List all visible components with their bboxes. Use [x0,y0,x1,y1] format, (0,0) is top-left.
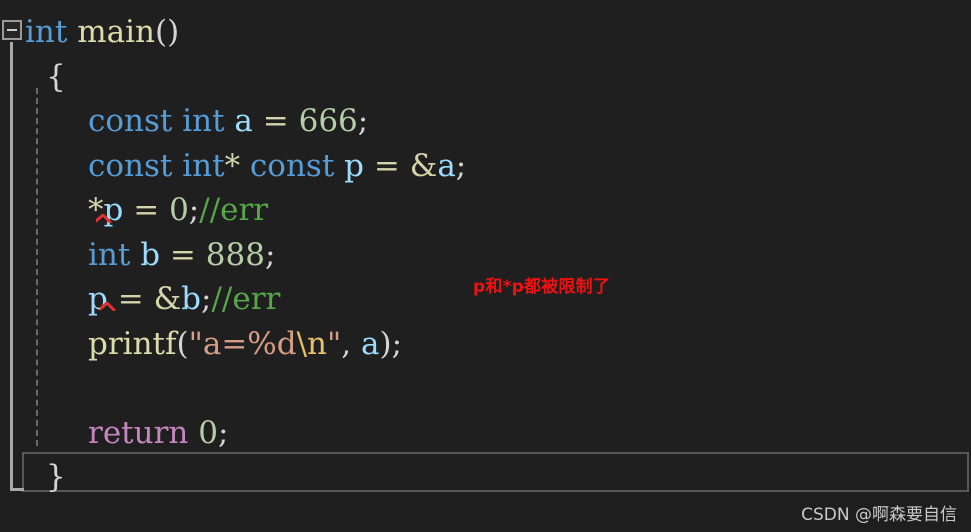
code-token: int [25,14,68,50]
red-annotation-text: p和*p都被限制了 [473,277,611,297]
code-token: } [46,459,66,495]
code-token: 666 [298,103,358,139]
error-squiggle-p [100,302,130,311]
code-line[interactable]: } [0,455,971,500]
code-token: ; [217,414,229,451]
code-token: 888 [205,236,265,273]
code-token: return [88,414,189,451]
code-token: ; [264,236,276,273]
code-token: int [182,147,225,184]
code-token: "a=%d [188,325,297,362]
code-token: = [373,147,400,184]
code-token: ; [188,192,200,228]
code-line[interactable]: const int a = 666; [0,99,971,144]
code-token: \n [296,325,328,362]
code-token: ; [201,281,212,317]
code-token: const [88,147,173,184]
code-token: int [182,103,225,139]
code-line-content: *p = 0;//err [0,188,268,233]
code-line[interactable] [0,366,971,411]
code-token: " [327,325,342,362]
code-line[interactable]: int b = 888; [0,233,971,278]
code-line-content: const int a = 666; [0,99,368,144]
code-token: 0 [169,192,189,228]
screenshot-root: int main(){const int a = 666; const int* … [0,0,971,532]
code-line-content: p = &b;//err [0,277,280,322]
code-token: ) [379,325,392,362]
code-line[interactable]: const int* const p = &a; [0,144,971,189]
code-line[interactable]: int main() [0,10,971,55]
code-token: a [234,103,253,139]
code-editor[interactable]: int main(){const int a = 666; const int* … [0,0,971,495]
code-token: const [249,147,335,184]
code-token: ( [176,325,189,362]
code-token: b [140,236,161,273]
code-token: = [117,281,144,317]
code-token: ; [455,147,467,184]
collapse-toggle-minus-icon[interactable] [2,20,22,40]
code-line[interactable]: printf("a=%d\n", a); [0,322,971,367]
code-line-content: printf("a=%d\n", a); [0,322,402,367]
code-token: = [262,103,289,139]
code-token: p [344,147,364,184]
code-token: a [361,325,380,362]
code-token: ; [357,103,369,139]
code-line[interactable]: { [0,55,971,100]
code-token: //err [211,281,281,317]
code-line[interactable]: return 0; [0,411,971,456]
code-token: //err [199,192,269,228]
code-token: & [409,147,438,184]
code-line-content: return 0; [0,411,228,456]
code-line-content: const int* const p = &a; [0,144,466,189]
code-token: a [437,147,456,184]
outlining-region-line [10,42,13,490]
code-token: * [224,147,241,184]
error-squiggle-star-p [96,214,126,223]
code-token: = [133,192,160,228]
code-text-layer[interactable]: int main(){const int a = 666; const int* … [0,0,971,495]
code-token: ; [391,325,403,362]
code-token: , [341,325,362,362]
code-token: int [88,236,131,273]
code-token: printf [88,325,177,362]
code-line-content: int main() [0,10,179,55]
outlining-region-foot [10,488,24,491]
code-token: & [153,281,182,317]
code-token: const [88,103,173,139]
code-token: 0 [198,414,218,451]
code-token: = [169,236,196,273]
code-token: main [77,14,155,50]
code-token: p [88,281,108,317]
csdn-watermark: CSDN @啊森要自信 [801,505,957,525]
code-line[interactable]: *p = 0;//err [0,188,971,233]
code-token: { [46,58,66,95]
code-token: () [154,14,180,50]
code-token: b [181,281,202,317]
code-line-content: int b = 888; [0,233,275,278]
